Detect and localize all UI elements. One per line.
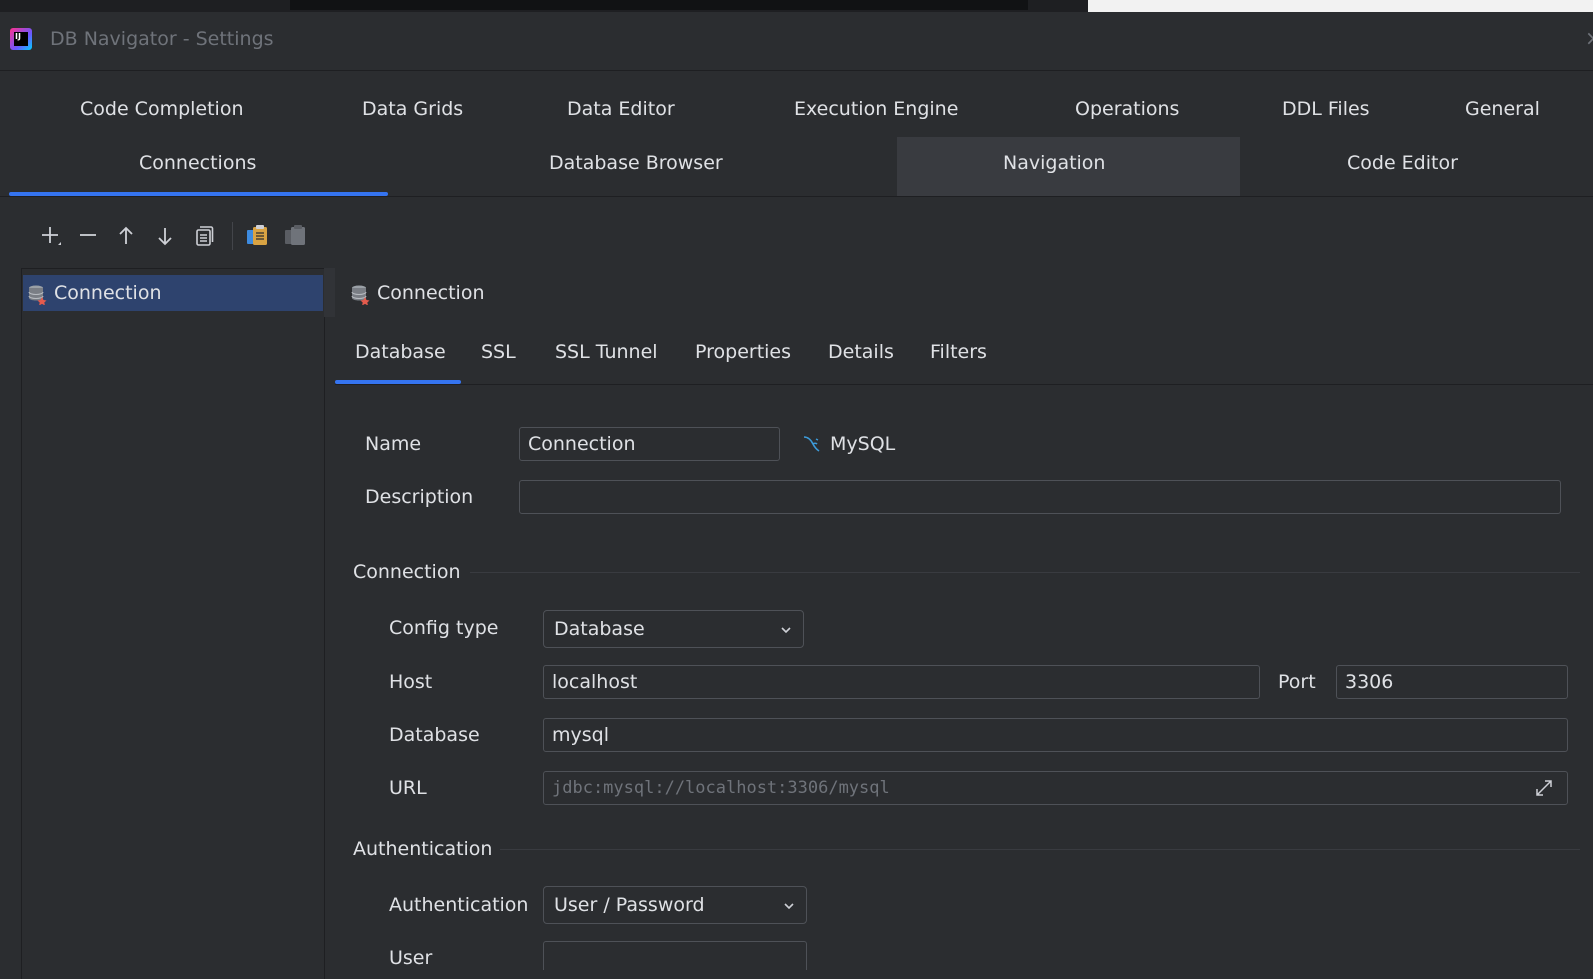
tab-code-completion[interactable]: Code Completion — [80, 96, 244, 122]
copy-button[interactable] — [188, 220, 220, 252]
config-type-value: Database — [554, 618, 645, 640]
name-label: Name — [365, 433, 422, 455]
move-down-icon — [158, 228, 172, 246]
paste-connections-button[interactable] — [279, 220, 311, 252]
authentication-section-title: Authentication — [353, 838, 493, 860]
copy-icon — [196, 226, 214, 246]
subtab-filters[interactable]: Filters — [930, 339, 987, 365]
tab-execution-engine[interactable]: Execution Engine — [794, 96, 958, 122]
db-type-label: MySQL — [830, 433, 896, 455]
config-type-dropdown[interactable]: Database — [543, 610, 804, 648]
tab-data-grids[interactable]: Data Grids — [362, 96, 463, 122]
remove-icon — [80, 234, 96, 236]
description-label: Description — [365, 486, 474, 508]
chevron-down-icon — [784, 903, 794, 910]
port-field[interactable]: 3306 — [1336, 665, 1568, 699]
authentication-dropdown[interactable]: User / Password — [543, 886, 807, 924]
close-icon[interactable]: × — [1585, 26, 1593, 50]
add-icon — [42, 227, 61, 245]
background-strip — [0, 0, 1593, 13]
move-up-button[interactable] — [110, 220, 142, 252]
copy-connections-button[interactable] — [241, 220, 273, 252]
background-window-edge — [290, 0, 1028, 10]
url-value: jdbc:mysql://localhost:3306/mysql — [552, 778, 890, 798]
tab-general[interactable]: General — [1465, 96, 1540, 122]
mysql-icon — [801, 433, 823, 459]
list-item[interactable]: Connection — [23, 275, 323, 311]
tab-database-browser[interactable]: Database Browser — [549, 150, 723, 176]
tab-data-editor[interactable]: Data Editor — [567, 96, 675, 122]
authentication-label: Authentication — [389, 894, 529, 916]
move-up-icon — [119, 226, 133, 244]
url-field: jdbc:mysql://localhost:3306/mysql — [543, 771, 1568, 805]
host-field[interactable]: localhost — [543, 665, 1260, 699]
move-down-button[interactable] — [149, 220, 181, 252]
section-divider — [500, 849, 1580, 850]
user-label: User — [389, 947, 433, 969]
database-label: Database — [389, 724, 480, 746]
tab-connections[interactable]: Connections — [139, 150, 256, 176]
tab-code-editor[interactable]: Code Editor — [1347, 150, 1458, 176]
description-field[interactable] — [519, 480, 1561, 514]
panel-title: Connection — [377, 282, 485, 304]
user-field[interactable] — [543, 941, 807, 970]
tab-ddl-files[interactable]: DDL Files — [1282, 96, 1370, 122]
authentication-value: User / Password — [554, 894, 705, 916]
name-field[interactable]: Connection — [519, 427, 780, 461]
host-label: Host — [389, 671, 433, 693]
port-label: Port — [1278, 671, 1316, 693]
expand-icon[interactable] — [1533, 777, 1555, 803]
database-connection-icon — [27, 283, 49, 309]
tab-divider — [0, 196, 1593, 197]
subtab-database[interactable]: Database — [355, 339, 446, 365]
connection-section-title: Connection — [353, 561, 461, 583]
subtab-ssl[interactable]: SSL — [481, 339, 516, 365]
database-field[interactable]: mysql — [543, 718, 1568, 752]
section-divider — [470, 572, 1580, 573]
subtab-details[interactable]: Details — [828, 339, 894, 365]
app-icon: IJ — [10, 28, 32, 50]
title-bar: IJ DB Navigator - Settings × — [0, 12, 1593, 71]
config-type-label: Config type — [389, 617, 499, 639]
remove-button[interactable] — [72, 220, 104, 252]
list-item-label: Connection — [54, 282, 162, 304]
url-label: URL — [389, 777, 427, 799]
connections-list — [21, 268, 325, 979]
copy-connections-icon — [247, 225, 267, 245]
tab-operations[interactable]: Operations — [1075, 96, 1179, 122]
panel-header: Connection — [335, 268, 1593, 317]
chevron-down-icon — [781, 627, 791, 634]
paste-connections-icon — [285, 225, 305, 245]
subtab-divider — [335, 384, 1593, 385]
subtab-ssl-tunnel[interactable]: SSL Tunnel — [555, 339, 658, 365]
database-connection-icon — [350, 283, 372, 309]
add-button[interactable] — [34, 220, 66, 252]
toolbar-separator — [232, 222, 233, 250]
subtab-properties[interactable]: Properties — [695, 339, 791, 365]
window-title: DB Navigator - Settings — [50, 28, 274, 50]
tab-navigation[interactable]: Navigation — [1003, 150, 1105, 176]
